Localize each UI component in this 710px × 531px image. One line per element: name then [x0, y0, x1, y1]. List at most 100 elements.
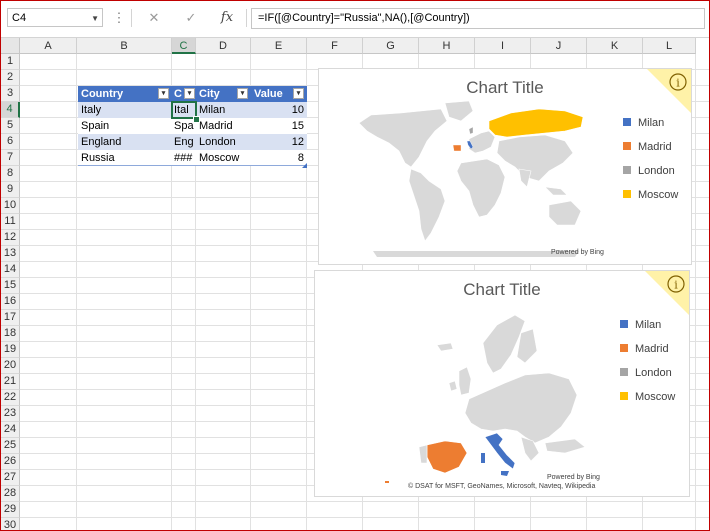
table-cell[interactable]: Eng: [172, 134, 196, 150]
world-map-chart[interactable]: Chart Title i Milan Madrid London Moscow…: [318, 68, 692, 265]
legend-item[interactable]: London: [620, 366, 675, 390]
row-header-8[interactable]: 8: [1, 166, 20, 182]
chevron-down-icon[interactable]: ▼: [91, 9, 99, 28]
legend-item[interactable]: Moscow: [620, 390, 675, 414]
column-header-g[interactable]: G: [363, 38, 419, 54]
row-header-3[interactable]: 3: [1, 86, 20, 102]
row-header-30[interactable]: 30: [1, 518, 20, 530]
legend-item[interactable]: Madrid: [623, 140, 678, 164]
row-header-24[interactable]: 24: [1, 422, 20, 438]
legend-item[interactable]: Moscow: [623, 188, 678, 212]
column-header-i[interactable]: I: [475, 38, 531, 54]
row-header-26[interactable]: 26: [1, 454, 20, 470]
table-cell[interactable]: Madrid: [196, 118, 251, 134]
table-cell[interactable]: Russia: [78, 150, 172, 166]
fx-icon[interactable]: fx: [217, 8, 237, 28]
legend-item[interactable]: Milan: [623, 116, 678, 140]
legend-item[interactable]: Madrid: [620, 342, 675, 366]
region-spain-islands[interactable]: [385, 481, 389, 483]
table-header-c[interactable]: C ▾: [172, 86, 196, 102]
region-england[interactable]: [468, 126, 474, 135]
filter-dropdown-icon[interactable]: ▾: [237, 88, 248, 99]
formula-input[interactable]: =IF([@Country]="Russia",NA(),[@Country]): [251, 8, 705, 29]
chart-legend[interactable]: Milan Madrid London Moscow: [620, 318, 675, 414]
table-header-country[interactable]: Country ▾: [78, 86, 172, 102]
region-italy[interactable]: [484, 432, 516, 470]
region-spain[interactable]: [452, 144, 462, 152]
row-header-16[interactable]: 16: [1, 294, 20, 310]
column-header-b[interactable]: B: [77, 38, 172, 54]
table-cell[interactable]: England: [78, 134, 172, 150]
more-options-icon[interactable]: ⋮: [109, 8, 129, 28]
table-cell[interactable]: Italy: [78, 102, 172, 118]
table-header-city[interactable]: City ▾: [196, 86, 251, 102]
row-header-4[interactable]: 4: [1, 102, 20, 118]
table-cell[interactable]: 15: [251, 118, 307, 134]
row-header-1[interactable]: 1: [1, 54, 20, 70]
row-header-11[interactable]: 11: [1, 214, 20, 230]
row-header-9[interactable]: 9: [1, 182, 20, 198]
legend-item[interactable]: London: [623, 164, 678, 188]
row-header-28[interactable]: 28: [1, 486, 20, 502]
filter-dropdown-icon[interactable]: ▾: [293, 88, 304, 99]
legend-item[interactable]: Milan: [620, 318, 675, 342]
row-header-13[interactable]: 13: [1, 246, 20, 262]
table-header-value[interactable]: Value ▾: [251, 86, 307, 102]
table-cell[interactable]: 12: [251, 134, 307, 150]
row-header-19[interactable]: 19: [1, 342, 20, 358]
column-header-c[interactable]: C: [172, 38, 196, 54]
row-header-5[interactable]: 5: [1, 118, 20, 134]
table-cell[interactable]: ###: [172, 150, 196, 166]
europe-map-chart[interactable]: Chart Title i Milan Madrid London Moscow…: [314, 270, 690, 497]
row-header-14[interactable]: 14: [1, 262, 20, 278]
chart-legend[interactable]: Milan Madrid London Moscow: [623, 116, 678, 212]
close-icon[interactable]: ✕: [144, 8, 164, 28]
row-header-20[interactable]: 20: [1, 358, 20, 374]
column-header-l[interactable]: L: [643, 38, 696, 54]
region-russia[interactable]: [488, 108, 584, 138]
table-cell[interactable]: Milan: [196, 102, 251, 118]
info-icon[interactable]: i: [647, 69, 691, 113]
table-cell[interactable]: London: [196, 134, 251, 150]
row-header-7[interactable]: 7: [1, 150, 20, 166]
column-header-d[interactable]: D: [196, 38, 251, 54]
row-header-25[interactable]: 25: [1, 438, 20, 454]
column-header-a[interactable]: A: [20, 38, 77, 54]
row-header-15[interactable]: 15: [1, 278, 20, 294]
row-header-23[interactable]: 23: [1, 406, 20, 422]
table-cell[interactable]: 8: [251, 150, 307, 166]
row-header-10[interactable]: 10: [1, 198, 20, 214]
row-header-21[interactable]: 21: [1, 374, 20, 390]
column-header-e[interactable]: E: [251, 38, 307, 54]
row-header-17[interactable]: 17: [1, 310, 20, 326]
worksheet-grid[interactable]: ABCDEFGHIJKL 1 2 3 4 5 6 7 8 9 10 11 12 13 14 15 16 17 18…: [1, 38, 709, 530]
region-spain[interactable]: [426, 440, 468, 474]
table-cell[interactable]: Moscow: [196, 150, 251, 166]
chart-title[interactable]: Chart Title: [319, 78, 691, 98]
world-map: [358, 101, 584, 257]
filter-dropdown-icon[interactable]: ▾: [184, 88, 195, 99]
table-cell[interactable]: 10: [251, 102, 307, 118]
name-box[interactable]: C4 ▼: [7, 8, 103, 27]
table-resize-handle[interactable]: [302, 163, 307, 168]
table-cell[interactable]: Spain: [78, 118, 172, 134]
check-icon[interactable]: ✓: [181, 8, 201, 28]
chart-title[interactable]: Chart Title: [315, 280, 689, 300]
filter-dropdown-icon[interactable]: ▾: [158, 88, 169, 99]
row-header-18[interactable]: 18: [1, 326, 20, 342]
column-header-f[interactable]: F: [307, 38, 363, 54]
region-italy-sicily[interactable]: [501, 471, 509, 476]
row-header-29[interactable]: 29: [1, 502, 20, 518]
row-header-12[interactable]: 12: [1, 230, 20, 246]
row-header-27[interactable]: 27: [1, 470, 20, 486]
row-header-22[interactable]: 22: [1, 390, 20, 406]
column-header-h[interactable]: H: [419, 38, 475, 54]
column-header-j[interactable]: J: [531, 38, 587, 54]
column-header-k[interactable]: K: [587, 38, 643, 54]
info-icon[interactable]: i: [645, 271, 689, 315]
select-all-corner[interactable]: [1, 38, 20, 54]
row-header-2[interactable]: 2: [1, 70, 20, 86]
fill-handle[interactable]: [193, 116, 200, 123]
region-italy-sardinia[interactable]: [481, 453, 485, 463]
row-header-6[interactable]: 6: [1, 134, 20, 150]
